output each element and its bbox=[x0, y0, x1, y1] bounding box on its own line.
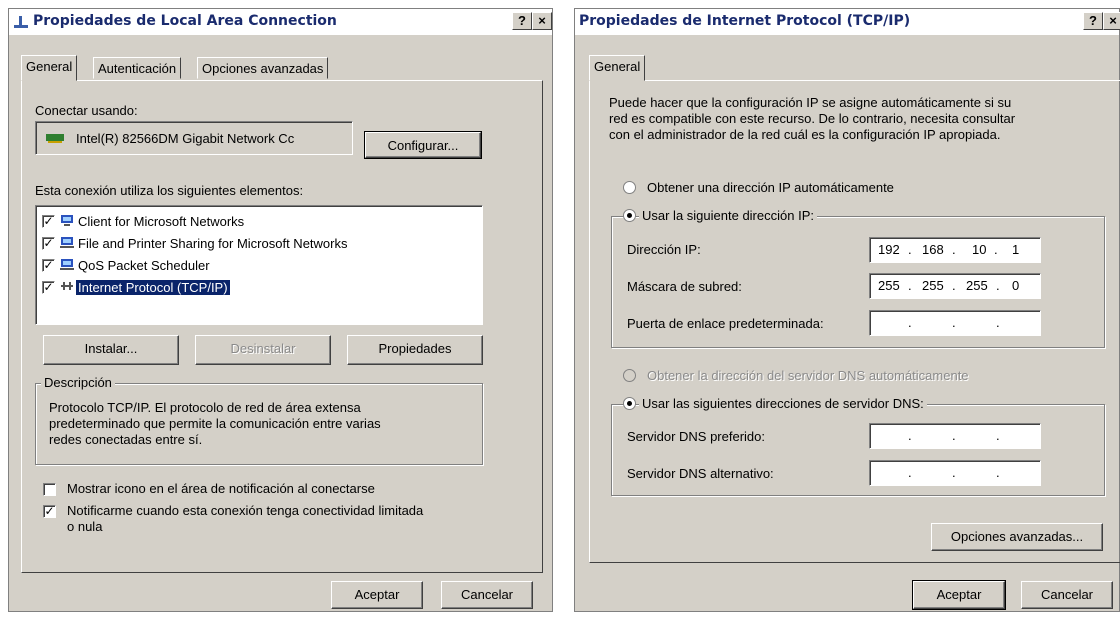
properties-button[interactable]: Propiedades bbox=[347, 335, 483, 365]
preferred-dns-label: Servidor DNS preferido: bbox=[627, 429, 765, 444]
tab-advanced-options[interactable]: Opciones avanzadas bbox=[197, 57, 329, 79]
gateway-label: Puerta de enlace predeterminada: bbox=[627, 316, 824, 331]
network-protocol-icon bbox=[61, 282, 73, 290]
ip-address-label: Dirección IP: bbox=[627, 242, 701, 257]
alternate-dns-field[interactable]: ... bbox=[869, 460, 1041, 486]
component-label: Client for Microsoft Networks bbox=[78, 214, 245, 229]
manual-dns-label: Usar las siguientes direcciones de servi… bbox=[639, 396, 927, 411]
connect-using-label: Conectar usando: bbox=[35, 103, 138, 118]
component-checkbox[interactable]: ✓ bbox=[42, 237, 55, 250]
auto-ip-radio[interactable] bbox=[623, 181, 636, 194]
manual-dns-radio[interactable] bbox=[623, 397, 636, 410]
install-button[interactable]: Instalar... bbox=[43, 335, 179, 365]
preferred-dns-field[interactable]: ... bbox=[869, 423, 1041, 449]
manual-ip-label: Usar la siguiente dirección IP: bbox=[639, 208, 817, 223]
notify-label-cont: o nula bbox=[67, 519, 103, 534]
notify-checkbox[interactable]: ✓ bbox=[43, 505, 56, 518]
ok-button[interactable]: Aceptar bbox=[912, 580, 1006, 610]
network-client-icon bbox=[61, 215, 73, 226]
adapter-box: Intel(R) 82566DM Gigabit Network Cc bbox=[35, 121, 353, 155]
advanced-options-button[interactable]: Opciones avanzadas... bbox=[931, 523, 1103, 551]
component-label: Internet Protocol (TCP/IP) bbox=[76, 280, 230, 295]
window-title: Propiedades de Local Area Connection bbox=[33, 13, 337, 29]
description-caption: Descripción bbox=[41, 375, 115, 390]
intro-text: Puede hacer que la configuración IP se a… bbox=[609, 95, 1012, 110]
intro-text: red es compatible con este recurso. De l… bbox=[609, 111, 1016, 126]
auto-dns-label: Obtener la dirección del servidor DNS au… bbox=[647, 368, 969, 383]
configure-button[interactable]: Configurar... bbox=[364, 131, 482, 159]
title-bar: Propiedades de Internet Protocol (TCP/IP… bbox=[575, 9, 1120, 35]
network-service-icon bbox=[60, 237, 74, 248]
uninstall-button: Desinstalar bbox=[195, 335, 331, 365]
notify-label: Notificarme cuando esta conexión tenga c… bbox=[67, 503, 424, 518]
component-checkbox[interactable]: ✓ bbox=[42, 259, 55, 272]
component-checkbox[interactable]: ✓ bbox=[42, 215, 55, 228]
description-text: predeterminado que permite la comunicaci… bbox=[49, 416, 381, 431]
elements-label: Esta conexión utiliza los siguientes ele… bbox=[35, 183, 304, 198]
alternate-dns-label: Servidor DNS alternativo: bbox=[627, 466, 774, 481]
close-button[interactable]: × bbox=[1103, 12, 1120, 30]
tab-general[interactable]: General bbox=[21, 55, 78, 81]
manual-ip-radio[interactable] bbox=[623, 209, 636, 222]
tab-general[interactable]: General bbox=[589, 55, 646, 81]
component-checkbox[interactable]: ✓ bbox=[42, 281, 55, 294]
help-button[interactable]: ? bbox=[512, 12, 532, 30]
subnet-mask-field[interactable]: 255. 255. 255. 0 bbox=[869, 273, 1041, 299]
network-adapter-icon bbox=[46, 134, 64, 143]
show-icon-label: Mostrar icono en el área de notificación… bbox=[67, 481, 375, 496]
component-label: QoS Packet Scheduler bbox=[78, 258, 210, 273]
components-list[interactable]: ✓ Client for Microsoft Networks ✓ File a… bbox=[35, 205, 483, 325]
subnet-mask-label: Máscara de subred: bbox=[627, 279, 742, 294]
cancel-button[interactable]: Cancelar bbox=[441, 581, 533, 609]
description-text: redes conectadas entre sí. bbox=[49, 432, 203, 447]
close-button[interactable]: × bbox=[532, 12, 552, 30]
component-label: File and Printer Sharing for Microsoft N… bbox=[78, 236, 348, 251]
cancel-button[interactable]: Cancelar bbox=[1021, 581, 1113, 609]
tab-authentication[interactable]: Autenticación bbox=[93, 57, 182, 79]
intro-text: con el administrador de la red cuál es l… bbox=[609, 127, 1001, 142]
ip-address-field[interactable]: 192. 168. 10. 1 bbox=[869, 237, 1041, 263]
help-button[interactable]: ? bbox=[1083, 12, 1103, 30]
window-title: Propiedades de Internet Protocol (TCP/IP… bbox=[579, 13, 911, 29]
gateway-field[interactable]: ... bbox=[869, 310, 1041, 336]
network-connection-icon bbox=[14, 16, 28, 28]
show-icon-checkbox[interactable] bbox=[43, 483, 56, 496]
network-service-icon bbox=[60, 259, 74, 270]
adapter-name: Intel(R) 82566DM Gigabit Network Cc bbox=[76, 131, 295, 146]
auto-ip-label: Obtener una dirección IP automáticamente bbox=[647, 180, 894, 195]
ok-button[interactable]: Aceptar bbox=[331, 581, 423, 609]
title-bar: Propiedades de Local Area Connection ? × bbox=[9, 9, 552, 35]
auto-dns-radio bbox=[623, 369, 636, 382]
tcpip-properties-dialog: Propiedades de Internet Protocol (TCP/IP… bbox=[574, 8, 1120, 612]
local-area-connection-dialog: Propiedades de Local Area Connection ? ×… bbox=[8, 8, 553, 612]
description-text: Protocolo TCP/IP. El protocolo de red de… bbox=[49, 400, 361, 415]
